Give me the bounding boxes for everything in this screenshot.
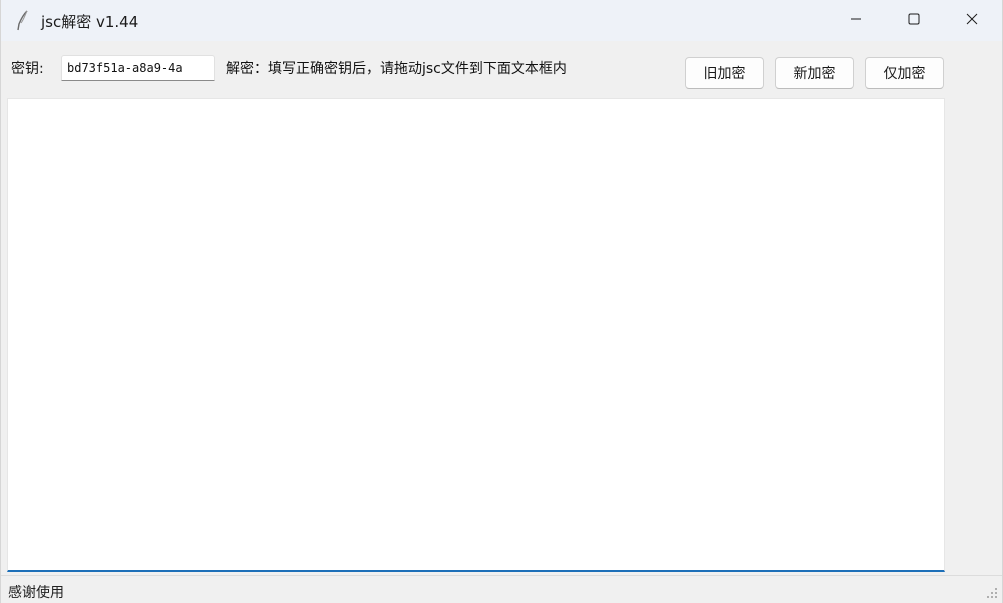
file-drop-textarea[interactable] bbox=[7, 98, 945, 572]
title-bar[interactable]: jsc解密 v1.44 bbox=[1, 0, 1002, 41]
encrypt-only-button[interactable]: 仅加密 bbox=[865, 57, 944, 89]
key-input[interactable] bbox=[61, 55, 215, 81]
minimize-button[interactable] bbox=[833, 0, 879, 41]
window-title: jsc解密 v1.44 bbox=[41, 13, 139, 31]
minimize-icon bbox=[850, 13, 862, 29]
close-icon bbox=[966, 13, 978, 29]
decrypt-hint: 解密：填写正确密钥后，请拖动jsc文件到下面文本框内 bbox=[226, 61, 567, 77]
app-window: jsc解密 v1.44 密钥: 解密：填写正确密钥后，请拖动jsc文件到下面文本… bbox=[0, 0, 1003, 603]
close-button[interactable] bbox=[949, 0, 995, 41]
old-decrypt-button[interactable]: 旧加密 bbox=[685, 57, 764, 89]
resize-grip-icon[interactable] bbox=[986, 587, 998, 599]
key-label: 密钥: bbox=[11, 61, 44, 77]
quill-icon bbox=[15, 10, 29, 32]
status-text: 感谢使用 bbox=[8, 585, 64, 601]
maximize-icon bbox=[908, 13, 920, 29]
maximize-button[interactable] bbox=[891, 0, 937, 41]
new-decrypt-button[interactable]: 新加密 bbox=[775, 57, 854, 89]
status-bar: 感谢使用 bbox=[1, 575, 1002, 603]
